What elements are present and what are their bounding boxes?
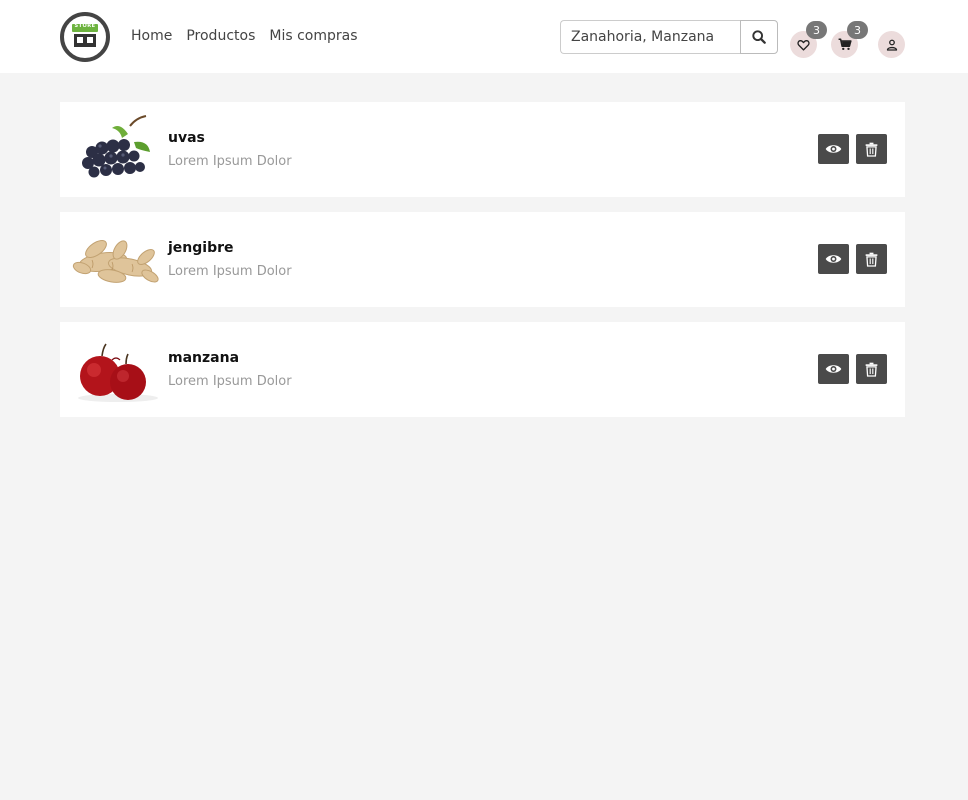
view-product-button[interactable]	[818, 244, 849, 274]
account-button[interactable]	[878, 31, 905, 58]
trash-icon	[865, 362, 878, 377]
wishlist-button[interactable]: 3	[790, 21, 827, 58]
top-navbar: STORE Home Productos Mis compras 3 3	[0, 0, 968, 73]
nav-products-link[interactable]: Productos	[186, 28, 255, 44]
storefront-icon	[74, 34, 96, 47]
product-description: Lorem Ipsum Dolor	[168, 374, 292, 389]
trash-icon	[865, 252, 878, 267]
search-input[interactable]	[560, 20, 741, 54]
delete-product-button[interactable]	[856, 134, 887, 164]
grapes-image	[82, 115, 150, 178]
store-logo[interactable]: STORE	[60, 12, 110, 62]
apples-image	[78, 343, 158, 402]
eye-icon	[825, 145, 842, 153]
logo-text: STORE	[74, 23, 96, 29]
main-nav: Home Productos Mis compras	[131, 28, 358, 44]
cart-button[interactable]: 3	[831, 21, 868, 58]
user-icon	[886, 39, 897, 51]
nav-home-link[interactable]: Home	[131, 28, 172, 44]
ginger-image	[72, 240, 159, 283]
search-icon	[752, 30, 766, 44]
product-name: uvas	[168, 130, 205, 146]
list-item: jengibre Lorem Ipsum Dolor	[60, 212, 905, 307]
eye-icon	[825, 365, 842, 373]
product-description: Lorem Ipsum Dolor	[168, 264, 292, 279]
wishlist-product-list: uvas Lorem Ipsum Dolor jengibre Lorem Ip…	[60, 102, 905, 432]
view-product-button[interactable]	[818, 354, 849, 384]
product-name: manzana	[168, 350, 240, 366]
view-product-button[interactable]	[818, 134, 849, 164]
cart-icon	[838, 38, 852, 51]
list-item: manzana Lorem Ipsum Dolor	[60, 322, 905, 417]
trash-icon	[865, 142, 878, 157]
list-item: uvas Lorem Ipsum Dolor	[60, 102, 905, 197]
product-name: jengibre	[168, 240, 234, 256]
nav-purchases-link[interactable]: Mis compras	[269, 28, 357, 44]
eye-icon	[825, 255, 842, 263]
delete-product-button[interactable]	[856, 244, 887, 274]
search-button[interactable]	[740, 20, 778, 54]
delete-product-button[interactable]	[856, 354, 887, 384]
cart-count-badge: 3	[847, 21, 868, 39]
wishlist-count-badge: 3	[806, 21, 827, 39]
heart-icon	[797, 39, 810, 51]
product-description: Lorem Ipsum Dolor	[168, 154, 292, 169]
